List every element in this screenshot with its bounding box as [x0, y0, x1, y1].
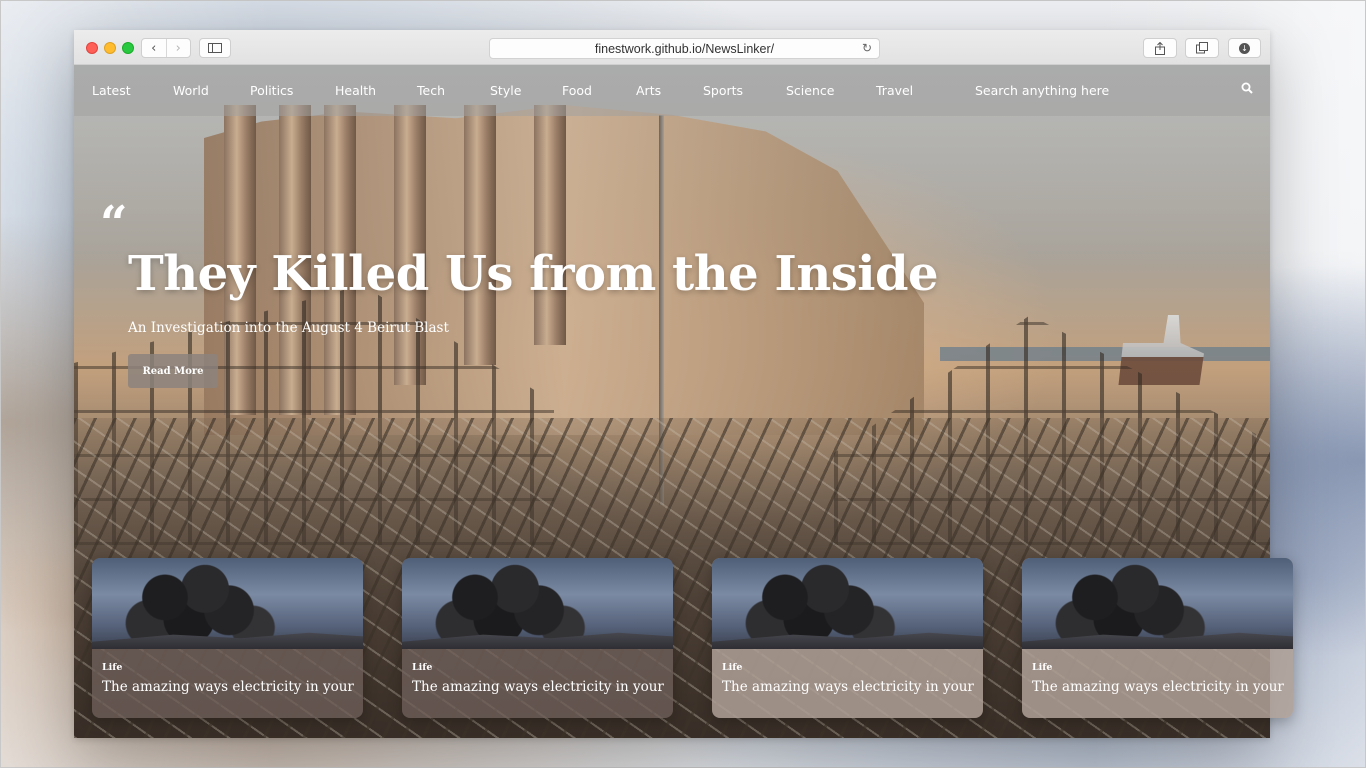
card-category: Life	[412, 662, 433, 673]
share-icon	[1155, 41, 1165, 55]
hero-subtitle: An Investigation into the August 4 Beiru…	[128, 320, 449, 336]
read-more-button[interactable]: Read More	[128, 354, 218, 388]
tabs-icon	[1196, 42, 1208, 54]
card-title: The amazing ways electricity in your	[722, 679, 974, 695]
nav-item-world[interactable]: World	[173, 83, 209, 98]
reload-icon[interactable]: ↻	[862, 41, 872, 55]
quote-icon: “	[100, 196, 128, 252]
card-image	[92, 558, 363, 649]
close-window-button[interactable]	[86, 42, 98, 54]
card-title: The amazing ways electricity in your	[102, 679, 354, 695]
card-category: Life	[722, 662, 743, 673]
tabs-overview-button[interactable]	[1185, 38, 1219, 58]
sidebar-icon	[208, 43, 222, 53]
article-card[interactable]: Life The amazing ways electricity in you…	[712, 558, 983, 718]
nav-item-politics[interactable]: Politics	[250, 83, 293, 98]
browser-window: ‹ › finestwork.github.io/NewsLinker/ ↻ ↓	[74, 30, 1293, 738]
card-title: The amazing ways electricity in your	[412, 679, 664, 695]
share-button[interactable]	[1143, 38, 1177, 58]
card-image	[1022, 558, 1293, 649]
sidebar-toggle-button[interactable]	[199, 38, 231, 58]
article-card[interactable]: Life The amazing ways electricity in you…	[92, 558, 363, 718]
address-bar[interactable]: finestwork.github.io/NewsLinker/ ↻	[489, 38, 880, 59]
search-icon[interactable]	[1241, 82, 1253, 94]
nav-item-arts[interactable]: Arts	[636, 83, 661, 98]
card-image	[712, 558, 983, 649]
card-category: Life	[1032, 662, 1053, 673]
nav-item-tech[interactable]: Tech	[417, 83, 445, 98]
card-title: The amazing ways electricity in your	[1032, 679, 1284, 695]
history-nav: ‹ ›	[141, 38, 191, 58]
article-card[interactable]: Life The amazing ways electricity in you…	[1022, 558, 1293, 718]
nav-item-sports[interactable]: Sports	[703, 83, 743, 98]
nav-item-food[interactable]: Food	[562, 83, 592, 98]
hero-title: They Killed Us from the Inside	[128, 246, 939, 302]
chevron-right-icon[interactable]: ›	[165, 39, 191, 57]
browser-toolbar: ‹ › finestwork.github.io/NewsLinker/ ↻ ↓	[74, 30, 1270, 65]
category-navbar: Latest World Politics Health Tech Style …	[74, 65, 1270, 116]
downloads-button[interactable]: ↓	[1228, 38, 1261, 58]
minimize-window-button[interactable]	[104, 42, 116, 54]
card-image	[402, 558, 673, 649]
card-category: Life	[102, 662, 123, 673]
article-card[interactable]: Life The amazing ways electricity in you…	[402, 558, 673, 718]
nav-item-health[interactable]: Health	[335, 83, 376, 98]
chevron-left-icon[interactable]: ‹	[142, 39, 166, 57]
nav-item-style[interactable]: Style	[490, 83, 521, 98]
nav-item-science[interactable]: Science	[786, 83, 834, 98]
search-input[interactable]: Search anything here	[975, 83, 1109, 98]
download-icon: ↓	[1239, 42, 1250, 54]
nav-item-travel[interactable]: Travel	[876, 83, 913, 98]
maximize-window-button[interactable]	[122, 42, 134, 54]
nav-item-latest[interactable]: Latest	[92, 83, 131, 98]
url-text: finestwork.github.io/NewsLinker/	[594, 41, 775, 56]
